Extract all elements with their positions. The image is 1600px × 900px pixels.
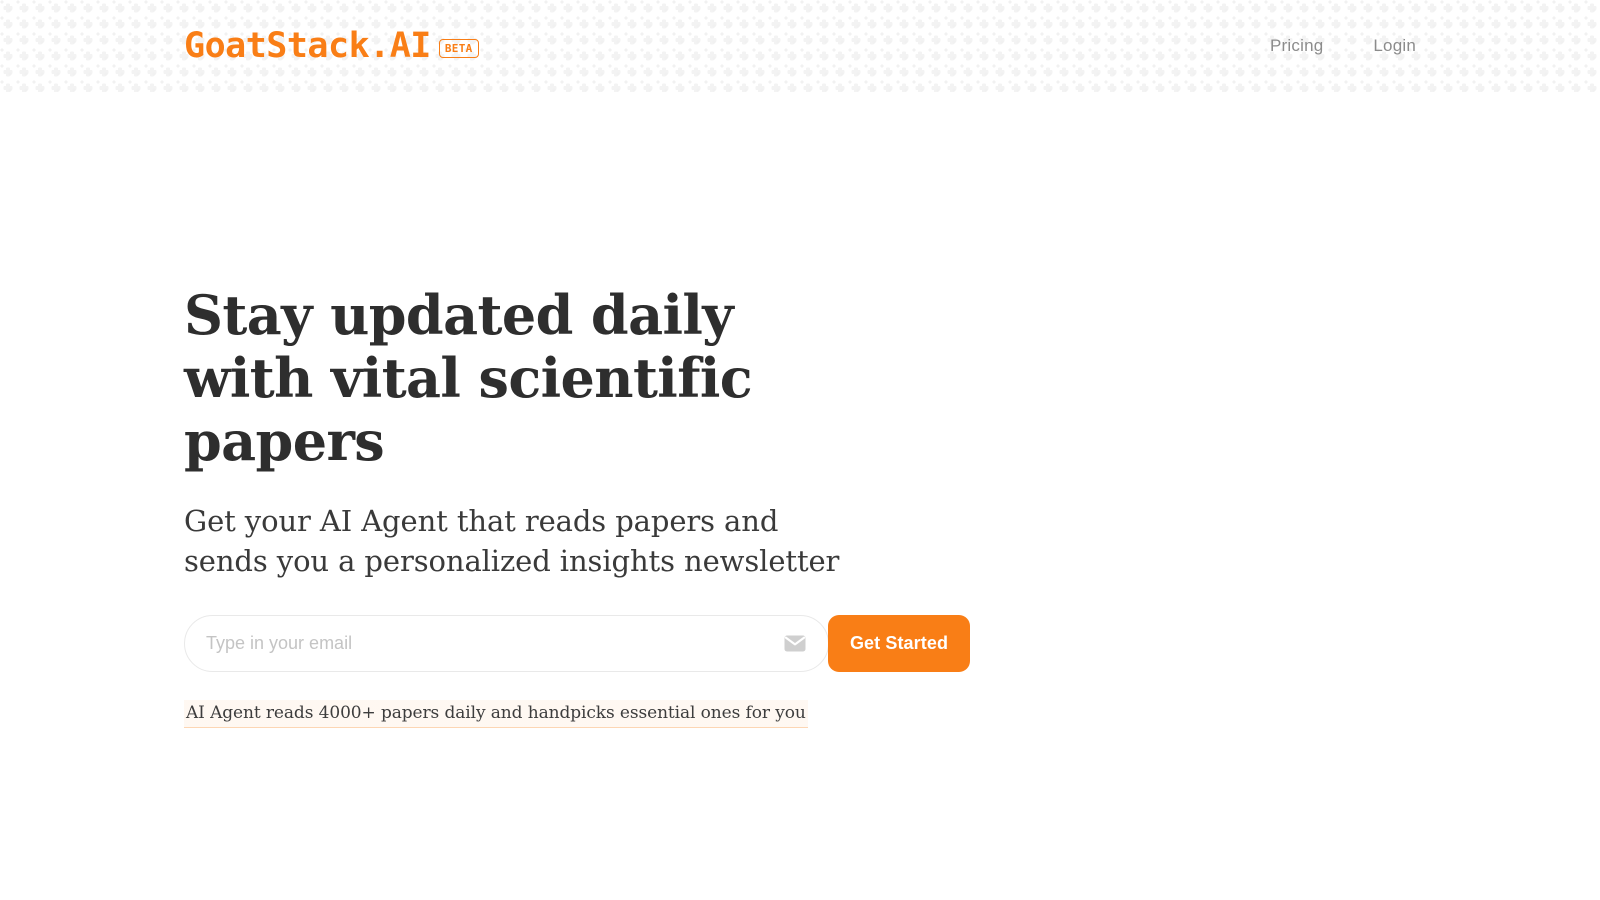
get-started-button[interactable]: Get Started [828,614,970,672]
hero-subtitle: Get your AI Agent that reads papers and … [184,503,840,578]
hero-content: Stay updated daily with vital scientific… [184,283,970,729]
hero-tagline: AI Agent reads 4000+ papers daily and ha… [184,699,808,729]
beta-badge: BETA [438,38,479,58]
nav-link-pricing[interactable]: Pricing [1270,36,1323,56]
main-navigation: Pricing Login [1270,36,1416,56]
brand-wordmark: GoatStack.AI [184,25,431,66]
header-inner: GoatStack.AI BETA Pricing Login [0,0,1600,92]
nav-link-login[interactable]: Login [1373,36,1416,56]
email-field-container [184,614,829,672]
email-input[interactable] [185,615,784,671]
envelope-icon [784,615,806,672]
brand-logo[interactable]: GoatStack.AI BETA [184,25,479,66]
newsletter-signup-form: Get Started [184,614,970,672]
hero-section: Stay updated daily with vital scientific… [0,92,1600,729]
site-header: GoatStack.AI BETA Pricing Login [0,0,1600,92]
page-title: Stay updated daily with vital scientific… [184,283,753,474]
